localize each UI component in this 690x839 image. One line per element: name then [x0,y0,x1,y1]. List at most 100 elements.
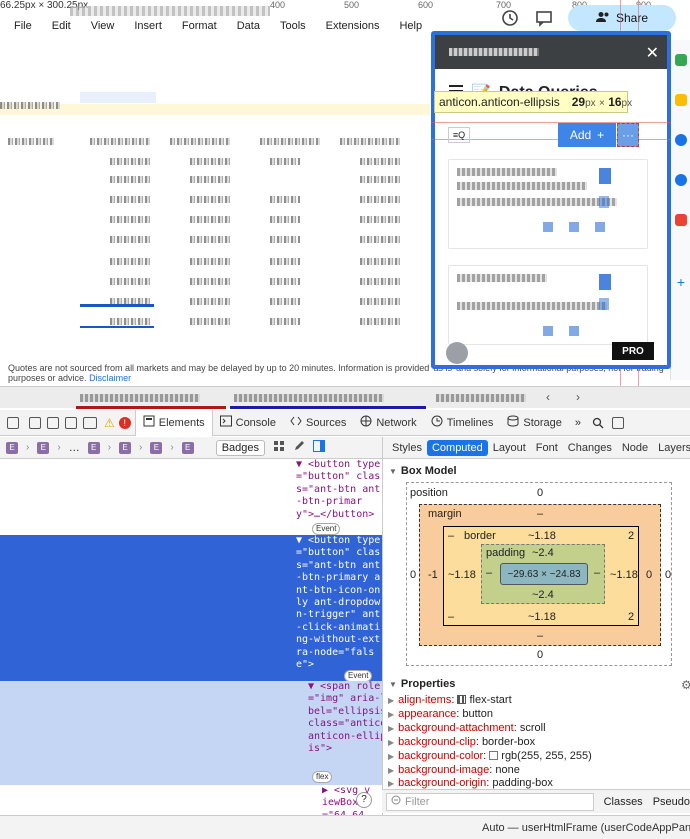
add-button[interactable]: Add + [558,123,616,147]
dom-node[interactable]: ▶ <svg viewBox="64 64 [0,785,382,815]
menu-file[interactable]: File [0,20,38,32]
query-card[interactable] [448,159,648,249]
grid-icon[interactable] [273,440,285,455]
query-action-icon[interactable] [543,222,553,232]
search-icon[interactable]: ≡Q [448,127,470,143]
flex-badge[interactable]: flex [312,771,333,783]
pen-icon[interactable] [293,440,305,455]
tab-layers[interactable]: Layers [653,440,690,456]
tab-sources[interactable]: Sources [283,410,353,436]
tasks-icon[interactable] [675,134,687,146]
comment-icon[interactable] [534,8,554,28]
tab-changes[interactable]: Changes [563,440,617,456]
contacts-icon[interactable] [675,174,687,186]
menu-extensions[interactable]: Extensions [312,20,386,32]
tab-network[interactable]: Network [353,410,423,436]
tab-layout[interactable]: Layout [488,440,531,456]
pro-badge[interactable]: PRO [612,342,654,360]
breadcrumb-element-icon[interactable]: E [87,441,100,454]
breadcrumb-element-icon[interactable]: E [6,441,18,454]
tab-title-redacted[interactable] [436,394,526,402]
query-card[interactable] [448,265,648,345]
menu-format[interactable]: Format [168,20,223,32]
dom-node[interactable]: ▼ <button type="button" class="ant-btn a… [0,459,382,535]
property-row[interactable]: ▶ background-image: none [388,764,688,778]
dock-icon[interactable] [0,410,26,436]
settings-icon[interactable]: ⚙ [681,678,690,692]
tab-storage[interactable]: Storage [500,410,569,436]
menu-data[interactable]: Data [223,20,266,32]
menu-view[interactable]: View [77,20,121,32]
filter-input[interactable]: Filter [386,792,594,811]
menu-help[interactable]: Help [385,20,428,32]
tab-timelines[interactable]: Timelines [424,410,501,436]
chevron-left-icon[interactable]: ‹ [546,390,550,404]
breadcrumb-element-icon[interactable]: E [37,441,50,454]
sidebar-toggle-icon[interactable] [313,440,326,455]
breadcrumb-element-icon[interactable]: E [150,441,163,454]
avatar[interactable] [446,342,468,364]
tab-timelines-label: Timelines [446,416,494,429]
property-row[interactable]: ▶ background-attachment: scroll [388,722,688,736]
menu-insert[interactable]: Insert [120,20,168,32]
tab-font[interactable]: Font [531,440,563,456]
breadcrumb-ellipsis[interactable]: … [69,442,80,454]
cell-redacted [270,318,300,325]
query-action-icon[interactable] [599,298,609,310]
sheets-icon[interactable] [675,54,687,66]
dom-node[interactable]: ▼ <span role="img" aria-label="ellipsis"… [0,681,382,785]
query-action-icon[interactable] [543,326,553,336]
query-action-icon[interactable] [569,326,579,336]
dock-bottom-icon[interactable] [26,410,44,436]
property-row[interactable]: ▶ background-clip: border-box [388,736,688,750]
keep-icon[interactable] [675,94,687,106]
maps-icon[interactable] [675,214,687,226]
event-badge[interactable]: Event [312,523,341,535]
query-action-icon[interactable] [599,168,611,184]
chevron-right-icon[interactable]: › [576,390,580,404]
classes-button[interactable]: Classes [604,796,643,808]
query-action-icon[interactable] [599,274,611,290]
menu-edit[interactable]: Edit [38,20,77,32]
property-row[interactable]: ▶ align-items: flex-start [388,694,688,708]
execution-context[interactable]: Auto — userHtmlFrame (userCodeAppPanel) [482,822,690,834]
tab-styles[interactable]: Styles [387,440,427,456]
badges-button[interactable]: Badges [215,439,266,456]
color-swatch[interactable] [489,750,499,760]
close-icon[interactable]: ✕ [646,43,659,63]
query-action-icon[interactable] [595,222,605,232]
dock-right-icon[interactable] [44,410,62,436]
triangle-down-icon: ▼ [389,467,397,476]
box-model-heading[interactable]: ▼ Box Model [389,465,457,477]
tab-title-redacted[interactable] [234,394,384,402]
share-button[interactable]: Share [568,5,676,31]
property-row[interactable]: ▶ appearance: button [388,708,688,722]
menu-tools[interactable]: Tools [266,20,312,32]
more-tabs-icon[interactable]: » [569,410,587,436]
disclaimer-link[interactable]: Disclaimer [89,373,131,383]
breadcrumb-element-icon[interactable]: E [181,441,194,454]
tab-title-redacted[interactable] [80,394,200,402]
tab-node[interactable]: Node [617,440,653,456]
tab-console[interactable]: Console [213,410,283,436]
settings-icon[interactable] [609,410,627,436]
device-icon[interactable] [80,410,100,436]
warnings-indicator[interactable]: ⚠ ! [100,410,135,436]
cell-redacted [190,278,230,285]
search-icon[interactable] [587,410,609,436]
history-icon[interactable] [500,8,520,28]
ellipsis-dropdown-button[interactable]: ··· [617,123,639,147]
cell-redacted [190,176,230,183]
properties-heading[interactable]: ▼ Properties [389,678,455,690]
tab-computed[interactable]: Computed [426,439,488,456]
property-row[interactable]: ▶ background-color: rgb(255, 255, 255) [388,750,688,764]
query-action-icon[interactable] [599,196,609,208]
pseudo-button[interactable]: Pseudo [653,796,690,808]
breadcrumb-element-icon[interactable]: E [119,441,132,454]
inspect-icon[interactable] [62,410,80,436]
query-action-icon[interactable] [569,222,579,232]
tab-elements[interactable]: Elements [134,409,213,436]
dom-node-selected[interactable]: ▼ <button type="button" class="ant-btn a… [0,535,382,682]
help-icon[interactable]: ? [356,792,372,808]
add-icon[interactable]: + [675,275,687,289]
